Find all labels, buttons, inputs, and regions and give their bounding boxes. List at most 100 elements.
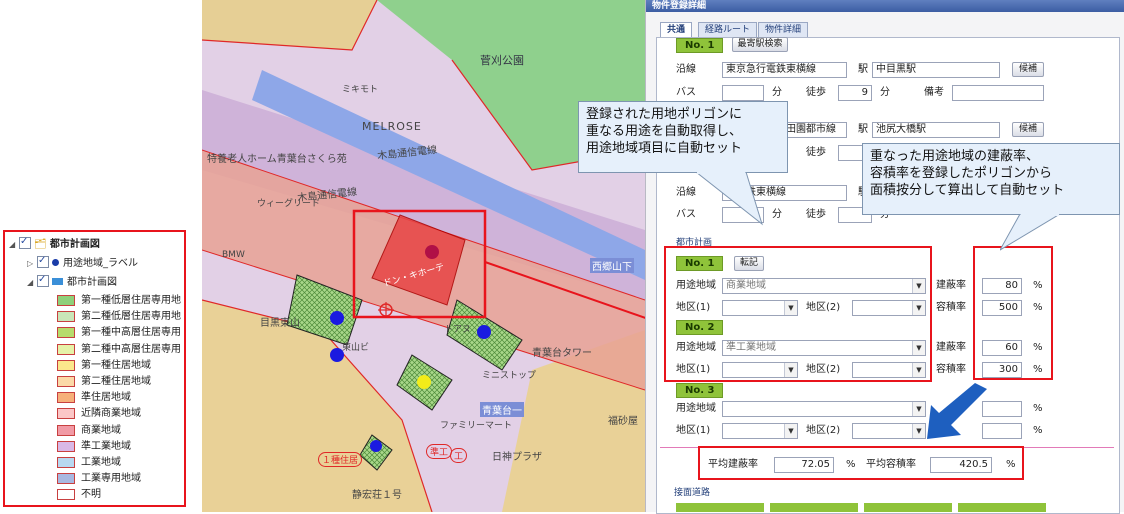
- map-label: 東山ビ: [342, 343, 370, 353]
- avg-bcr-label: 平均建蔽率: [708, 459, 758, 470]
- nearest-station-search-button[interactable]: 最寄駅検索: [732, 37, 788, 52]
- chevron-down-icon[interactable]: ▼: [784, 363, 797, 377]
- station-input[interactable]: 池尻大橋駅: [872, 122, 1000, 138]
- district1-label: 地区(1): [676, 302, 711, 313]
- chevron-down-icon[interactable]: ▼: [784, 301, 797, 315]
- far-input[interactable]: 300: [982, 362, 1022, 378]
- map-label: ウィーグリード: [257, 199, 321, 209]
- transfer-button[interactable]: 転記: [734, 256, 764, 271]
- checkbox-icon[interactable]: [37, 253, 49, 269]
- checkbox-icon[interactable]: [19, 234, 31, 250]
- zone-code-label: １種住居: [318, 452, 363, 467]
- tab-common[interactable]: 共通: [660, 22, 693, 38]
- far-input[interactable]: 500: [982, 300, 1022, 316]
- layer-rect-icon: [52, 278, 63, 285]
- site-marker-icon[interactable]: [425, 245, 439, 259]
- avg-bcr-output: 72.05: [774, 457, 834, 473]
- tree-plan-label: 都市計画図: [67, 277, 117, 288]
- legend-item-label: 準工業地域: [81, 440, 131, 452]
- line-input[interactable]: 田園都市線: [782, 122, 847, 138]
- callout-auto-rates: 重なった用途地域の建蔽率、 容積率を登録したポリゴンから 面積按分して算出して自…: [862, 143, 1120, 215]
- road-tab[interactable]: [864, 503, 952, 512]
- avg-far-output: 420.5: [930, 457, 992, 473]
- road-tab[interactable]: [770, 503, 858, 512]
- callout-line: 面積按分して算出して自動セット: [870, 183, 1065, 198]
- bus-input[interactable]: [722, 85, 764, 101]
- percent-label: %: [1033, 364, 1043, 375]
- use-zone-value: 商業地域: [726, 280, 766, 291]
- percent-label: %: [1033, 302, 1043, 313]
- district1-select[interactable]: ▼: [722, 362, 798, 378]
- bcr-label: 建蔽率: [936, 342, 966, 353]
- tree-node-label-layer[interactable]: ▷ 用途地域_ラベル: [27, 253, 138, 272]
- line-input[interactable]: 東京急行電鉄東横線: [722, 62, 847, 78]
- legend-item-label: 第二種住居地域: [81, 376, 151, 387]
- walk-input[interactable]: 9: [838, 85, 872, 101]
- map-label: 日神プラザ: [492, 452, 542, 463]
- callout-line: 用途地域項目に自動セット: [586, 141, 743, 156]
- label-marker-icon[interactable]: [370, 440, 382, 452]
- far-label: 容積率: [936, 302, 966, 313]
- collapse-triangle-icon[interactable]: ◢: [9, 237, 19, 253]
- property-detail-panel: 物件登録詳細 共通 経路ルート 物件詳細 No. 1 最寄駅検索 沿線 東京急行…: [645, 0, 1124, 514]
- checkbox-icon[interactable]: [37, 272, 49, 288]
- panel-titlebar: 物件登録詳細: [646, 0, 1124, 12]
- access-no1-badge: No. 1: [676, 38, 724, 53]
- bcr-input[interactable]: 80: [982, 278, 1022, 294]
- use-zone-select[interactable]: 準工業地域 ▼: [722, 340, 926, 356]
- tab-property-detail[interactable]: 物件詳細: [758, 22, 809, 38]
- road-header: 接面道路: [674, 488, 711, 498]
- tab-route[interactable]: 経路ルート: [698, 22, 758, 38]
- bcr-label: 建蔽率: [936, 280, 966, 291]
- percent-label: %: [1033, 342, 1043, 353]
- candidate-button[interactable]: 候補: [1012, 122, 1044, 137]
- use-zone-select[interactable]: ▼: [722, 401, 926, 417]
- note-input[interactable]: [952, 85, 1044, 101]
- chevron-down-icon[interactable]: ▼: [912, 301, 925, 315]
- expand-triangle-icon[interactable]: ▷: [27, 256, 37, 272]
- road-tab[interactable]: [958, 503, 1046, 512]
- folder-icon: 🗂: [34, 239, 47, 250]
- label-marker-icon[interactable]: [330, 311, 344, 325]
- legend-item-label: 第一種低層住居専用地: [81, 295, 181, 306]
- tree-node-root[interactable]: ◢ 🗂 都市計画図: [9, 234, 100, 253]
- district2-select[interactable]: ▼: [852, 362, 926, 378]
- map-label: トアヌ: [444, 325, 472, 335]
- callout-tail: [696, 172, 763, 226]
- district1-select[interactable]: ▼: [722, 423, 798, 439]
- tree-root-label: 都市計画図: [49, 239, 100, 250]
- label-marker-icon[interactable]: [417, 375, 431, 389]
- legend-item-label: 第二種中高層住居専用: [81, 343, 181, 355]
- chevron-down-icon[interactable]: ▼: [912, 279, 925, 293]
- legend-swatch: [57, 359, 75, 371]
- map-label: ファミリーマート: [440, 421, 513, 431]
- use-zone-select[interactable]: 商業地域 ▼: [722, 278, 926, 294]
- chevron-down-icon[interactable]: ▼: [784, 424, 797, 438]
- chevron-down-icon[interactable]: ▼: [912, 363, 925, 377]
- map-canvas[interactable]: [202, 0, 645, 512]
- tree-node-plan[interactable]: ◢ 都市計画図: [27, 272, 117, 291]
- label-marker-icon[interactable]: [477, 325, 491, 339]
- district1-label: 地区(1): [676, 425, 711, 436]
- map-label: 青葉台タワー: [532, 348, 592, 359]
- district2-select[interactable]: ▼: [852, 423, 926, 439]
- legend-item-label: 第一種中高層住居専用: [81, 327, 181, 339]
- callout-line: 重なる用途を自動取得し、: [586, 124, 743, 139]
- minute-label: 分: [772, 209, 782, 220]
- dot-icon: [52, 259, 59, 266]
- station-input[interactable]: 中目黒駅: [872, 62, 1000, 78]
- callout-auto-zone: 登録された用地ポリゴンに 重なる用途を自動取得し、 用途地域項目に自動セット: [578, 101, 788, 173]
- road-tab[interactable]: [676, 503, 764, 512]
- candidate-button[interactable]: 候補: [1012, 62, 1044, 77]
- use-zone-label: 用途地域: [676, 342, 716, 353]
- map-view[interactable]: 菅刈公園 ミキモト MELROSE 木島通信電線 特養老人ホーム青葉台さくら苑 …: [202, 0, 645, 512]
- far-label: 容積率: [936, 364, 966, 375]
- collapse-triangle-icon[interactable]: ◢: [27, 275, 37, 291]
- chevron-down-icon[interactable]: ▼: [912, 341, 925, 355]
- bcr-input[interactable]: 60: [982, 340, 1022, 356]
- callout-line: 登録された用地ポリゴンに: [586, 107, 743, 122]
- district2-select[interactable]: ▼: [852, 300, 926, 316]
- map-label: 福砂屋: [608, 416, 638, 427]
- map-label: 静宏荘１号: [352, 490, 402, 501]
- district1-select[interactable]: ▼: [722, 300, 798, 316]
